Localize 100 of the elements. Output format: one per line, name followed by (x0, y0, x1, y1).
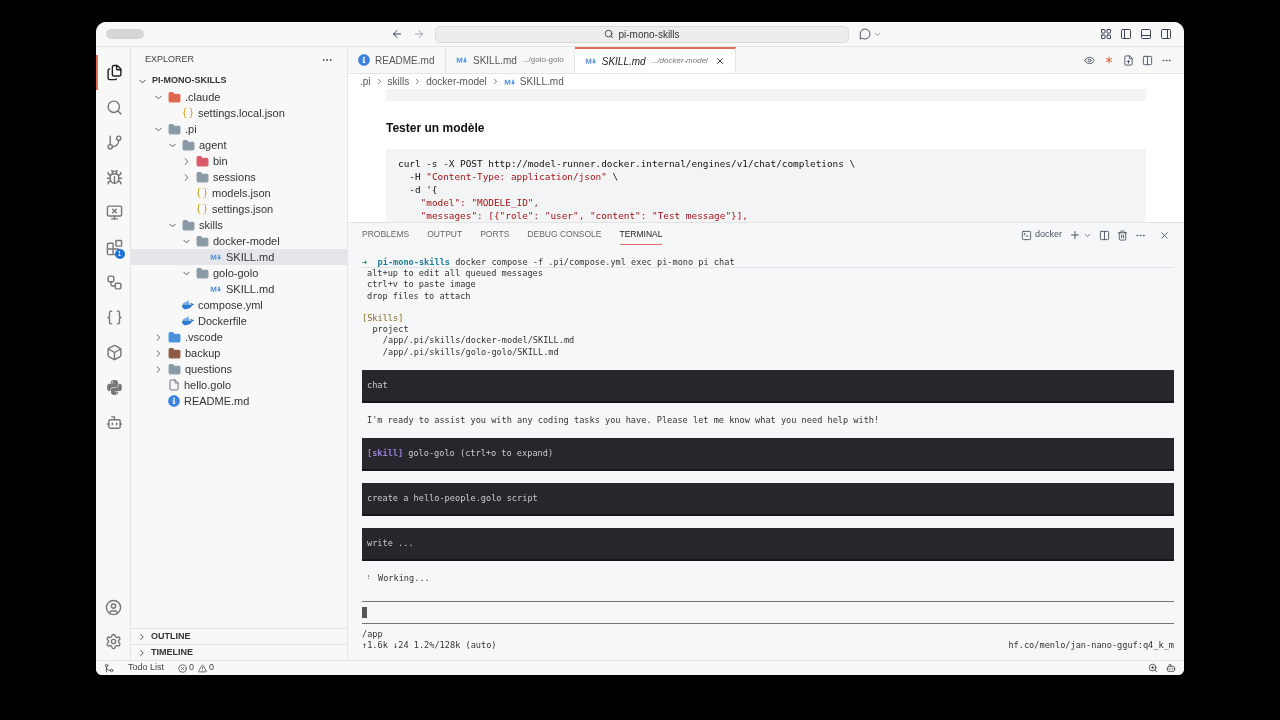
close-icon[interactable] (1159, 229, 1170, 241)
panel-tab[interactable]: TERMINAL (619, 225, 663, 245)
file-icon (168, 379, 180, 391)
bot-icon[interactable] (1166, 663, 1176, 673)
code-line: curl -s -X POST http://model-runner.docker.internal/engines/v1/chat/completions \ (398, 157, 857, 170)
chat-icon[interactable] (859, 28, 871, 40)
file-up-icon[interactable] (1123, 54, 1134, 66)
tree-item[interactable]: .vscode (131, 329, 347, 345)
tree-item[interactable]: skills (131, 217, 347, 233)
plus-icon[interactable] (1069, 229, 1081, 241)
section-heading: Tester un modèle (386, 120, 486, 137)
python-icon (105, 379, 123, 396)
terminal-line: drop files to attach (366, 290, 472, 302)
workspace-title[interactable]: PI-MONO-SKILLS (152, 74, 227, 88)
search-field[interactable]: pi-mono-skills (435, 25, 849, 43)
whale-icon (182, 299, 194, 311)
terminal-line: alt+up to edit all queued messages (366, 268, 544, 280)
message-block: write ... (362, 528, 1174, 562)
diagram-icon (105, 274, 123, 291)
whale-icon (182, 315, 194, 327)
prompt-input-field[interactable] (362, 600, 1174, 624)
code-line: -d '{ (408, 183, 439, 196)
error-icon (178, 663, 188, 673)
terminal-line: /app (362, 628, 384, 640)
editor-tab[interactable]: README.md (348, 47, 446, 73)
terminal-icon (1021, 229, 1032, 241)
run-debug-icon (105, 169, 123, 186)
breadcrumb-item[interactable]: skills (387, 74, 410, 89)
tree-item[interactable]: models.json (131, 185, 347, 201)
terminal-line: project (371, 324, 410, 336)
tree-item[interactable]: sessions (131, 169, 347, 185)
breadcrumb-item[interactable]: .pi (360, 74, 371, 89)
terminal-line: I'm ready to assist you with any coding tasks you have. Please let me know what you need help with! (366, 415, 881, 427)
panel-tab[interactable]: PROBLEMS (362, 225, 410, 245)
message-block: create a hello-people.golo script (362, 483, 1174, 517)
tree-item[interactable]: compose.yml (131, 297, 347, 313)
tree-item[interactable]: docker-model (131, 233, 347, 249)
tree-item[interactable]: settings.local.json (131, 105, 347, 121)
source-control-icon (105, 134, 123, 151)
tree-item[interactable]: settings.json (131, 201, 347, 217)
folder-icon (182, 138, 195, 152)
code-line: "messages": [{"role": "user", "content": "Test message"}], (419, 209, 749, 222)
problems-item[interactable]: 0 0 (178, 661, 215, 675)
folder-icon (196, 234, 209, 248)
close-icon[interactable] (714, 56, 725, 66)
section-header[interactable]: OUTLINE (131, 628, 347, 644)
asterisk-icon[interactable] (1103, 54, 1115, 66)
cursor-icon (362, 606, 367, 618)
tree-item[interactable]: .pi (131, 121, 347, 137)
folder-icon (168, 346, 181, 360)
sidebar-title: EXPLORER (145, 53, 195, 67)
panel-bottom-icon[interactable] (1140, 28, 1152, 40)
tree-item[interactable]: SKILL.md (131, 281, 347, 297)
panel-right-icon[interactable] (1160, 28, 1172, 40)
folder-icon (168, 362, 181, 376)
editor-tab[interactable]: SKILL.md .../golo-golo (446, 47, 575, 73)
back-icon[interactable] (391, 28, 403, 40)
trash-icon[interactable] (1117, 229, 1128, 241)
editor-tab[interactable]: SKILL.md .../docker-model (574, 47, 736, 73)
panel-tab[interactable]: DEBUG CONSOLE (527, 225, 602, 245)
breadcrumb-item[interactable]: docker-model (426, 74, 487, 89)
terminal-name[interactable]: docker (1035, 228, 1062, 242)
braces-icon (196, 187, 208, 199)
tree-item[interactable]: .claude (131, 89, 347, 105)
folder-icon (196, 154, 209, 168)
tree-item[interactable]: questions (131, 361, 347, 377)
tree-item[interactable]: bin (131, 153, 347, 169)
terminal-line: [Skills] (362, 312, 405, 325)
search-icon (105, 99, 123, 116)
account-icon[interactable] (104, 599, 122, 616)
panel-left-icon[interactable] (1120, 28, 1132, 40)
tree-item[interactable]: README.md (131, 393, 347, 409)
code-line: "model": "MODELE_ID", (419, 196, 541, 209)
message-block: [skill] golo-golo (ctrl+o to expand) (362, 438, 1174, 472)
tree-item[interactable]: SKILL.md (131, 249, 347, 265)
split-editor-icon[interactable] (1142, 54, 1153, 66)
folder-icon (196, 266, 209, 280)
files-icon (105, 64, 123, 81)
zoom-icon[interactable] (1148, 663, 1158, 673)
terminal-line: ctrl+v to paste image (366, 279, 477, 291)
tree-item[interactable]: golo-golo (131, 265, 347, 281)
tree-item[interactable]: Dockerfile (131, 313, 347, 329)
preview-icon[interactable] (1084, 54, 1095, 66)
breadcrumb-item[interactable]: SKILL.md (519, 74, 564, 89)
folder-icon (168, 330, 181, 344)
terminal-line: /app/.pi/skills/golo-golo/SKILL.md (381, 346, 560, 359)
panel-tab[interactable]: PORTS (480, 225, 510, 245)
panel-tab[interactable]: OUTPUT (427, 225, 463, 245)
extensions-icon (105, 239, 123, 256)
info-icon (358, 54, 370, 66)
todo-list-item[interactable]: Todo List (128, 661, 165, 675)
tree-item[interactable]: backup (131, 345, 347, 361)
split-terminal-icon[interactable] (1099, 229, 1110, 241)
layout-icon[interactable] (1100, 28, 1112, 40)
folder-icon (168, 122, 181, 136)
code-line: -H "Content-Type: application/json" \ (408, 170, 620, 183)
folder-icon (196, 170, 209, 184)
tree-item[interactable]: agent (131, 137, 347, 153)
tree-item[interactable]: hello.golo (131, 377, 347, 393)
settings-icon[interactable] (104, 633, 122, 650)
